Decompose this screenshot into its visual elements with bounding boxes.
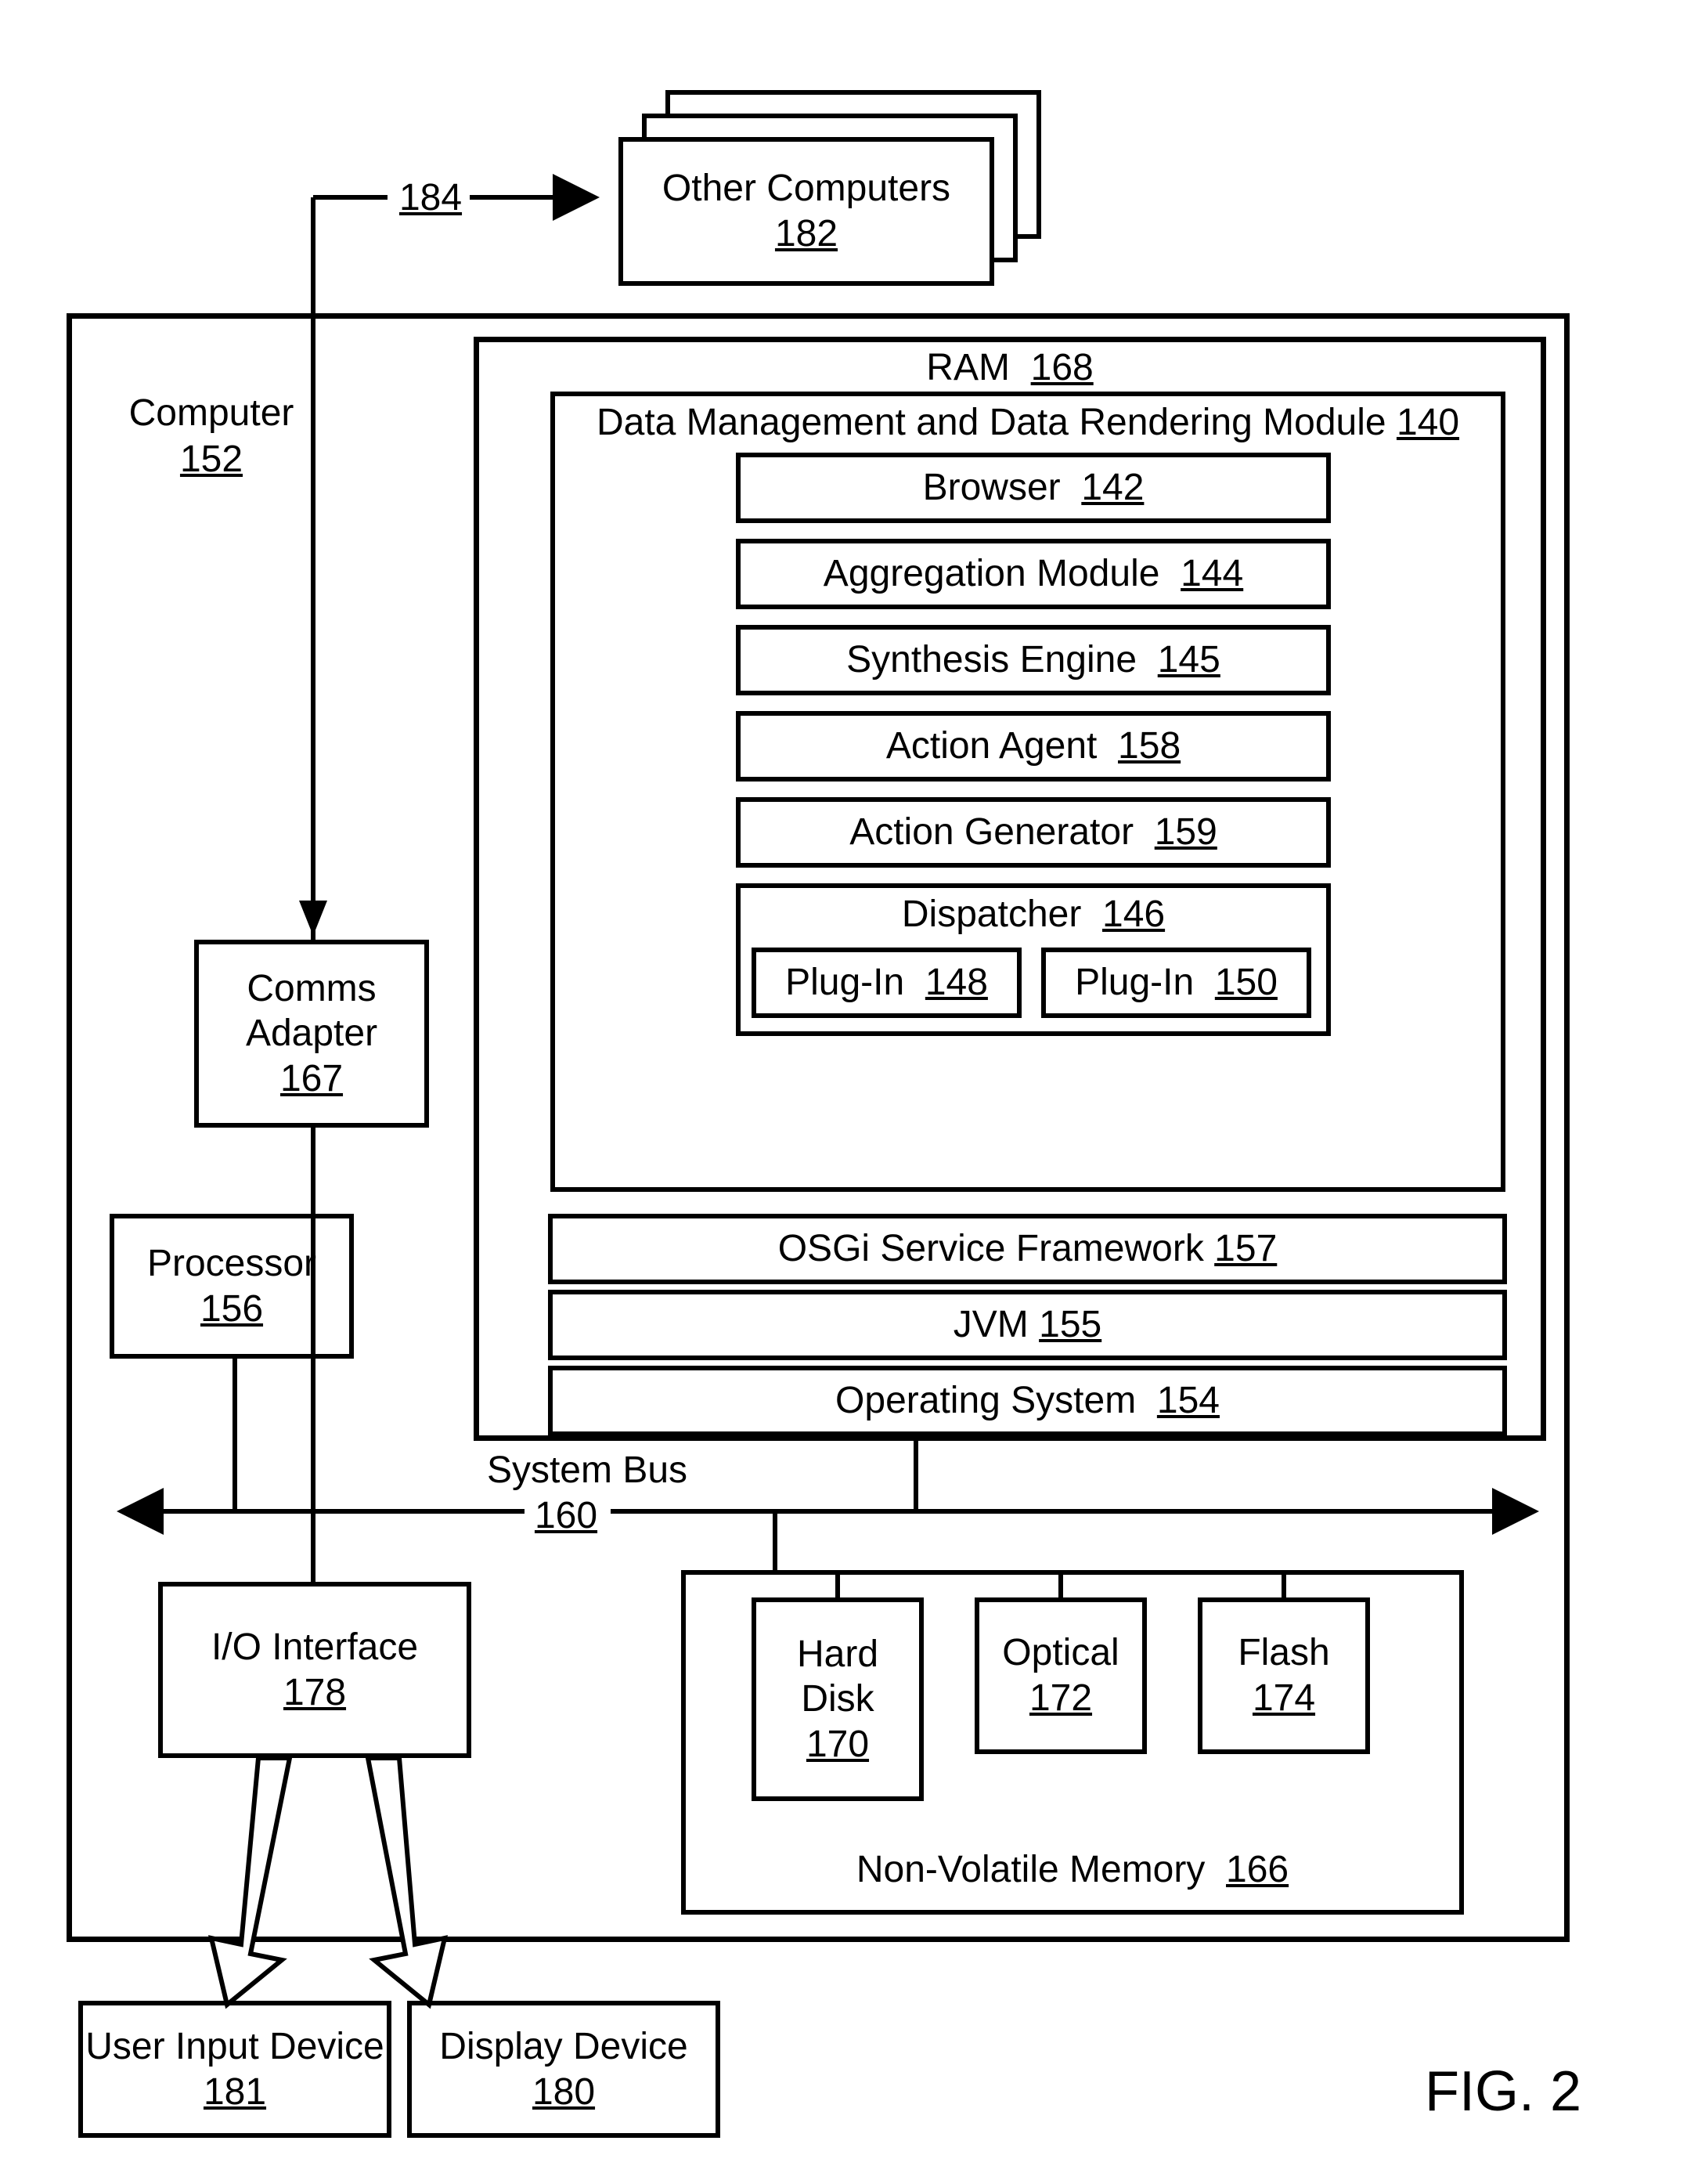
user-input-device-box: User Input Device 181 xyxy=(78,2001,391,2138)
browser-label: Browser 142 xyxy=(923,465,1145,511)
osgi-name: OSGi Service Framework xyxy=(778,1228,1204,1269)
comms-name1: Comms xyxy=(247,966,376,1012)
dmdr-ref: 140 xyxy=(1397,402,1459,443)
dmdr-label: Data Management and Data Rendering Modul… xyxy=(550,401,1505,444)
dispatcher-ref: 146 xyxy=(1102,893,1165,935)
action-agent-name: Action Agent xyxy=(886,725,1098,767)
aggregation-box: Aggregation Module 144 xyxy=(736,539,1331,609)
aggregation-label: Aggregation Module 144 xyxy=(824,551,1243,597)
osgi-ref: 157 xyxy=(1214,1228,1277,1269)
jvm-label: JVM 155 xyxy=(954,1302,1101,1348)
hard-disk-name1: Hard xyxy=(797,1632,878,1677)
synthesis-name: Synthesis Engine xyxy=(846,639,1137,680)
optical-box: Optical 172 xyxy=(975,1597,1147,1754)
aggregation-name: Aggregation Module xyxy=(824,553,1160,594)
flash-name: Flash xyxy=(1238,1630,1329,1676)
plugin-150-box: Plug-In 150 xyxy=(1041,948,1311,1018)
action-agent-ref: 158 xyxy=(1118,725,1181,767)
user-input-device-name: User Input Device xyxy=(85,2024,384,2070)
aggregation-ref: 144 xyxy=(1181,553,1243,594)
plugin-150-name: Plug-In xyxy=(1075,962,1194,1003)
computer-name: Computer xyxy=(98,392,325,435)
other-computers-label: Other Computers xyxy=(662,166,950,211)
plugin-148-label: Plug-In 148 xyxy=(785,960,988,1005)
computer-label: Computer 152 xyxy=(98,392,325,481)
optical-name: Optical xyxy=(1002,1630,1119,1676)
os-ref: 154 xyxy=(1157,1380,1220,1421)
processor-ref: 156 xyxy=(200,1287,263,1332)
browser-ref: 142 xyxy=(1081,467,1144,508)
action-agent-box: Action Agent 158 xyxy=(736,711,1331,782)
action-generator-label: Action Generator 159 xyxy=(849,810,1217,855)
system-bus-name: System Bus xyxy=(487,1449,687,1491)
browser-name: Browser xyxy=(923,467,1061,508)
ram-label: RAM 168 xyxy=(474,346,1546,389)
jvm-name: JVM xyxy=(954,1304,1029,1345)
display-device-name: Display Device xyxy=(439,2024,687,2070)
processor-box: Processor 156 xyxy=(110,1214,354,1359)
other-computers-ref: 182 xyxy=(775,211,838,257)
comms-adapter-box: Comms Adapter 167 xyxy=(194,940,429,1128)
flash-box: Flash 174 xyxy=(1198,1597,1370,1754)
hard-disk-box: Hard Disk 170 xyxy=(752,1597,924,1801)
action-generator-box: Action Generator 159 xyxy=(736,797,1331,868)
osgi-label: OSGi Service Framework 157 xyxy=(778,1226,1278,1272)
plugin-148-ref: 148 xyxy=(925,962,988,1003)
synthesis-label: Synthesis Engine 145 xyxy=(846,637,1220,683)
osgi-box: OSGi Service Framework 157 xyxy=(548,1214,1507,1284)
action-generator-name: Action Generator xyxy=(849,811,1134,853)
ram-ref: 168 xyxy=(1031,347,1094,388)
optical-ref: 172 xyxy=(1029,1676,1092,1721)
hard-disk-ref: 170 xyxy=(806,1722,869,1767)
plugin-150-label: Plug-In 150 xyxy=(1075,960,1278,1005)
nvmem-name: Non-Volatile Memory xyxy=(856,1849,1206,1890)
synthesis-ref: 145 xyxy=(1158,639,1220,680)
io-interface-name: I/O Interface xyxy=(211,1625,418,1670)
jvm-ref: 155 xyxy=(1039,1304,1101,1345)
browser-box: Browser 142 xyxy=(736,453,1331,523)
ram-name: RAM xyxy=(926,347,1010,388)
system-bus-label: System Bus xyxy=(462,1449,712,1492)
os-box: Operating System 154 xyxy=(548,1366,1507,1436)
dispatcher-name: Dispatcher xyxy=(902,893,1081,935)
action-agent-label: Action Agent 158 xyxy=(886,724,1181,769)
computer-ref: 152 xyxy=(98,438,325,481)
comms-ref: 167 xyxy=(280,1056,343,1102)
display-device-ref: 180 xyxy=(532,2070,595,2115)
plugin-148-name: Plug-In xyxy=(785,962,904,1003)
user-input-device-ref: 181 xyxy=(204,2070,266,2115)
jvm-box: JVM 155 xyxy=(548,1290,1507,1360)
action-generator-ref: 159 xyxy=(1155,811,1217,853)
figure-label: FIG. 2 xyxy=(1386,2059,1620,2124)
other-computers-card: Other Computers 182 xyxy=(618,137,994,286)
io-interface-box: I/O Interface 178 xyxy=(158,1582,471,1758)
link-184-label: 184 xyxy=(391,176,470,219)
dmdr-name: Data Management and Data Rendering Modul… xyxy=(597,402,1386,443)
flash-ref: 174 xyxy=(1253,1676,1315,1721)
nvmem-label: Non-Volatile Memory 166 xyxy=(681,1848,1464,1891)
nvmem-ref: 166 xyxy=(1226,1849,1289,1890)
display-device-box: Display Device 180 xyxy=(407,2001,720,2138)
system-bus-ref: 160 xyxy=(527,1494,605,1537)
plugin-148-box: Plug-In 148 xyxy=(752,948,1022,1018)
os-label: Operating System 154 xyxy=(835,1378,1220,1424)
os-name: Operating System xyxy=(835,1380,1136,1421)
hard-disk-name2: Disk xyxy=(801,1677,874,1722)
processor-name: Processor xyxy=(147,1241,316,1287)
comms-name2: Adapter xyxy=(246,1011,377,1056)
dispatcher-label: Dispatcher 146 xyxy=(736,893,1331,936)
synthesis-box: Synthesis Engine 145 xyxy=(736,625,1331,695)
plugin-150-ref: 150 xyxy=(1215,962,1278,1003)
io-interface-ref: 178 xyxy=(283,1670,346,1716)
